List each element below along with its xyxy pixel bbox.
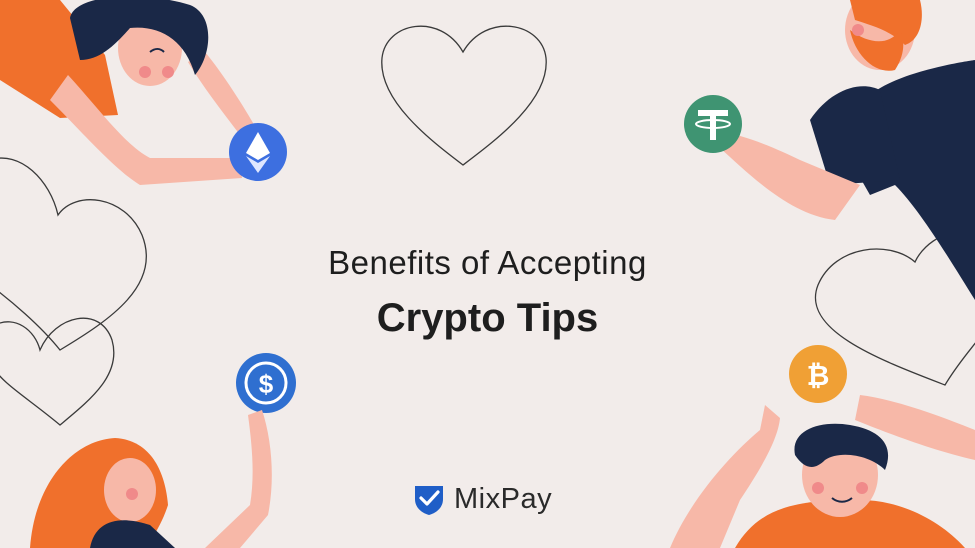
bitcoin-coin-icon: ₿ [789, 345, 847, 403]
brand-name: MixPay [454, 482, 553, 515]
shield-check-icon [415, 486, 443, 515]
headline-line-2: Crypto Tips [376, 296, 599, 340]
woman-top-left [0, 0, 256, 185]
tether-coin-icon [684, 95, 742, 153]
man-bottom-right [670, 395, 975, 548]
brand-logo: MixPay [412, 479, 552, 519]
ethereum-coin-icon [229, 123, 287, 181]
woman-bottom-left [30, 410, 272, 548]
svg-text:$: $ [259, 369, 274, 399]
svg-text:₿: ₿ [807, 360, 830, 391]
heart-top-center [381, 25, 547, 166]
headline-line-1: Benefits of Accepting [328, 244, 647, 281]
usd-coin-icon: $ [236, 353, 296, 413]
